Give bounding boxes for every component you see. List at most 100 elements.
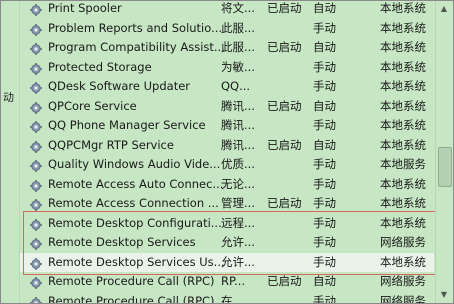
gear-icon xyxy=(30,23,42,36)
service-description: 腾讯... xyxy=(221,118,255,132)
service-startup-type: 手动 xyxy=(313,196,336,210)
gear-icon xyxy=(30,62,42,75)
service-description: 将文... xyxy=(221,1,255,15)
service-name: Remote Access Auto Connec... xyxy=(48,176,224,191)
scroll-thumb[interactable] xyxy=(438,147,452,187)
service-logon-as: 本地系统 xyxy=(380,118,426,132)
service-startup-type: 手动 xyxy=(313,157,336,171)
service-status: 已启动 xyxy=(267,196,302,210)
service-row[interactable]: Print Spooler 将文... 已启动 自动 本地系统 xyxy=(20,1,434,19)
service-startup-type: 自动 xyxy=(313,274,336,288)
service-startup-type: 手动 xyxy=(313,118,336,132)
scroll-up-icon[interactable]: ▲ xyxy=(439,4,449,14)
service-logon-as: 本地系统 xyxy=(380,196,426,210)
service-row[interactable]: Program Compatibility Assist... 此服... 已启动自… xyxy=(20,38,434,58)
service-name: Program Compatibility Assist... xyxy=(48,40,225,54)
service-logon-as: 本地系统 xyxy=(380,59,426,74)
service-name: Print Spooler xyxy=(48,1,122,15)
service-description: 远程... xyxy=(221,215,255,230)
service-name: QQPCMgr RTP Service xyxy=(48,137,174,152)
scroll-down-icon[interactable]: ▼ xyxy=(439,290,449,300)
service-logon-as: 网络服务 xyxy=(380,235,426,249)
service-row[interactable]: QQPCMgr RTP Service 腾讯... 已启动 自动 本地系统 xyxy=(20,136,434,156)
service-name: Remote Access Connection ... xyxy=(48,196,219,210)
service-row[interactable]: Problem Reports and Solutio... 此服... 手动 本地系… xyxy=(20,19,434,39)
gear-icon xyxy=(30,42,42,55)
service-name: Remote Procedure Call (RPC) xyxy=(48,274,215,288)
service-description: QQ... xyxy=(221,79,251,93)
service-row[interactable]: Remote Desktop Services 允许... 手动 网络服务 xyxy=(20,233,434,253)
service-name: Problem Reports and Solutio... xyxy=(48,20,223,35)
gear-icon xyxy=(30,101,42,114)
service-name: Remote Desktop Services xyxy=(48,235,196,249)
service-startup-type: 手动 xyxy=(313,254,336,269)
service-row[interactable]: Remote Procedure Call (RPC) RP... 已启动 自动 网络服… xyxy=(20,272,434,292)
service-name: QPCore Service xyxy=(48,98,137,113)
service-name: Remote Desktop Services Us... xyxy=(48,254,225,269)
service-description: 腾讯... xyxy=(221,98,255,113)
gear-icon xyxy=(30,159,42,172)
service-logon-as: 本地系统 xyxy=(380,137,426,152)
service-logon-as: 本地系统 xyxy=(380,20,426,35)
gear-icon xyxy=(30,120,42,133)
service-name: Remote Desktop Configurati... xyxy=(48,215,222,230)
service-startup-type: 自动 xyxy=(313,1,336,15)
service-logon-as: 本地系统 xyxy=(380,79,426,93)
service-logon-as: 本地系统 xyxy=(380,254,426,269)
service-name: Remote Procedure Call (RPC)... xyxy=(48,293,226,304)
gear-icon xyxy=(30,257,42,270)
service-description: 无论... xyxy=(221,176,255,191)
gear-icon xyxy=(30,3,42,16)
service-row[interactable]: Remote Procedure Call (RPC)... 在 ... 手动 网络服… xyxy=(20,292,434,304)
service-startup-type: 手动 xyxy=(313,235,336,249)
service-startup-type: 自动 xyxy=(313,40,336,54)
service-startup-type: 手动 xyxy=(313,176,336,191)
services-window: 动 Print Spooler 将文... 已启动 自动 本地系统 Problem Rep… xyxy=(0,0,454,304)
service-description: 在 ... xyxy=(221,293,248,304)
service-startup-type: 手动 xyxy=(313,79,336,93)
service-status: 已启动 xyxy=(267,274,302,288)
service-startup-type: 手动 xyxy=(313,20,336,35)
gear-icon xyxy=(30,179,42,192)
gear-icon xyxy=(30,296,42,303)
service-logon-as: 本地系统 xyxy=(380,215,426,230)
service-status: 已启动 xyxy=(267,137,302,152)
service-status: 已启动 xyxy=(267,1,302,15)
gear-icon xyxy=(30,81,42,94)
service-row[interactable]: Remote Desktop Configurati... 远程... 手动 本地系统 xyxy=(20,214,434,234)
service-description: 此服... xyxy=(221,20,255,35)
service-description: 为敏... xyxy=(221,59,255,74)
service-status: 已启动 xyxy=(267,40,302,54)
service-row[interactable]: Quality Windows Audio Vide... 优质... 手动 本地服务 xyxy=(20,155,434,175)
service-row[interactable]: QQ Phone Manager Service 腾讯... 手动 本地系统 xyxy=(20,116,434,136)
service-description: 此服... xyxy=(221,40,255,54)
service-description: 管理... xyxy=(221,196,255,210)
services-list: Print Spooler 将文... 已启动 自动 本地系统 Problem Repor… xyxy=(20,1,434,304)
service-logon-as: 本地系统 xyxy=(380,1,426,15)
service-name: QQ Phone Manager Service xyxy=(48,118,206,132)
service-row[interactable]: Remote Access Connection ... 管理... 已启动 手动 本地… xyxy=(20,194,434,214)
service-startup-type: 手动 xyxy=(313,293,336,304)
left-pane-label: 动 xyxy=(3,91,14,104)
service-description: 允许... xyxy=(221,254,255,269)
service-description: 允许... xyxy=(221,235,255,249)
service-logon-as: 本地系统 xyxy=(380,176,426,191)
service-row[interactable]: Remote Desktop Services Us... 允许... 手动 本地系统 xyxy=(20,252,434,272)
service-name: Protected Storage xyxy=(48,59,152,74)
service-startup-type: 手动 xyxy=(313,59,336,74)
gear-icon xyxy=(30,276,42,289)
service-logon-as: 网络服务 xyxy=(380,274,426,288)
service-status: 已启动 xyxy=(267,98,302,113)
service-row[interactable]: QPCore Service 腾讯... 已启动 自动 本地系统 xyxy=(20,97,434,117)
service-name: QDesk Software Updater xyxy=(48,79,191,93)
service-logon-as: 网络服务 xyxy=(380,293,426,304)
service-row[interactable]: Protected Storage 为敏... 手动 本地系统 xyxy=(20,58,434,78)
gear-icon xyxy=(30,237,42,250)
service-startup-type: 自动 xyxy=(313,98,336,113)
service-startup-type: 自动 xyxy=(313,137,336,152)
service-row[interactable]: QDesk Software Updater QQ... 手动 本地系统 xyxy=(20,77,434,97)
service-description: RP... xyxy=(221,274,246,288)
vertical-scrollbar[interactable]: ▲ ▼ xyxy=(435,1,453,303)
service-row[interactable]: Remote Access Auto Connec... 无论... 手动 本地系统 xyxy=(20,175,434,195)
gear-icon xyxy=(30,218,42,231)
